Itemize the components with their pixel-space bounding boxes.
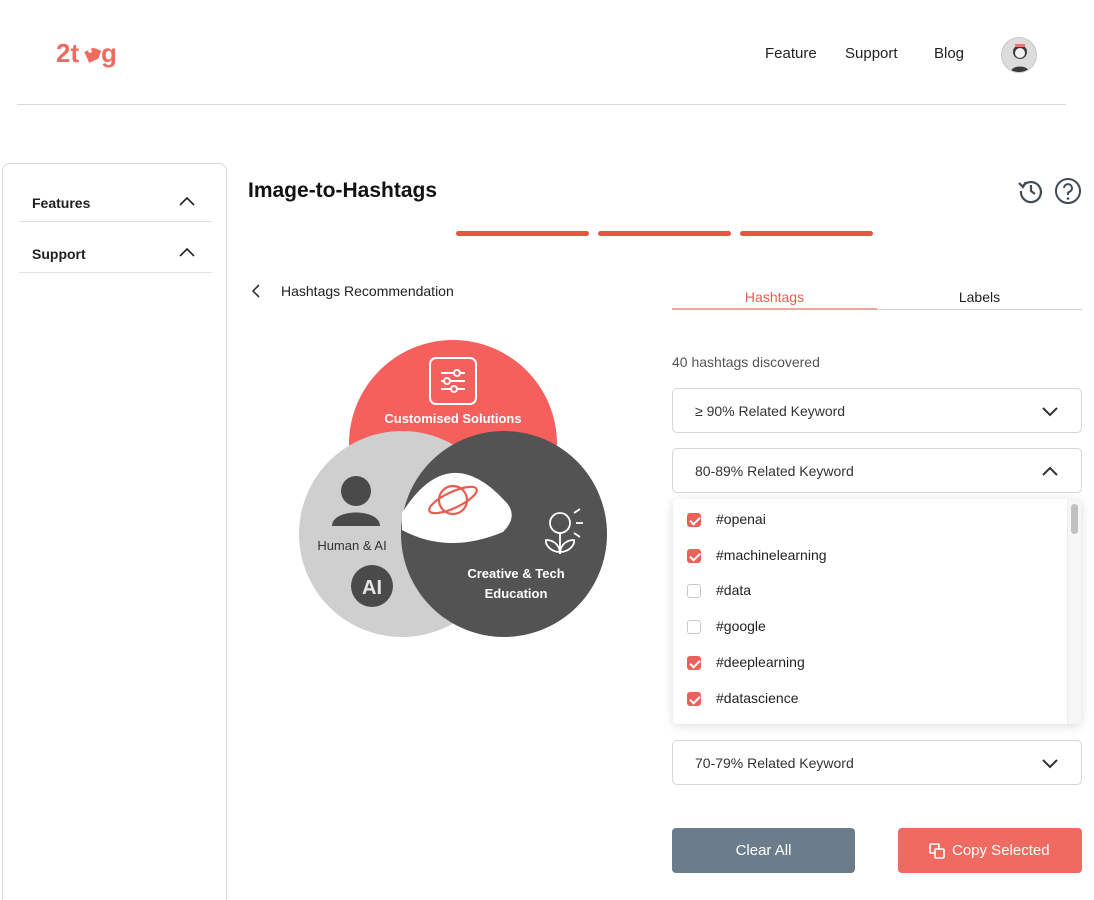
list-item[interactable]: #google (687, 617, 1047, 637)
group-label: 80-89% Related Keyword (695, 463, 854, 479)
sidebar-item-label: Support (32, 246, 86, 262)
hashtag-checkbox[interactable] (687, 656, 701, 670)
group-90-plus[interactable]: ≥ 90% Related Keyword (672, 388, 1082, 433)
back-chevron-icon[interactable] (249, 283, 263, 299)
page-title: Image-to-Hashtags (248, 179, 438, 202)
chevron-up-icon (179, 247, 195, 257)
tab-hashtags[interactable]: Hashtags (672, 289, 877, 305)
hashtag-checkbox[interactable] (687, 513, 701, 527)
result-tabs: Hashtags Labels (672, 288, 1082, 310)
tab-labels[interactable]: Labels (877, 289, 1082, 305)
hashtag-text: #machinelearning (716, 547, 827, 563)
list-item[interactable]: #datascience (687, 689, 1047, 709)
hashtag-checkbox[interactable] (687, 620, 701, 634)
hashtag-text: #openai (716, 511, 766, 527)
sidebar: Features Support (2, 163, 227, 900)
list-item[interactable]: #deeplearning (687, 653, 1047, 673)
hashtag-list: #openai #machinelearning #data #google #… (673, 499, 1081, 724)
venn-right-label-line2: Education (485, 586, 548, 601)
copy-selected-label: Copy Selected (952, 842, 1050, 859)
venn-right-label-line1: Creative & Tech (467, 566, 564, 581)
nav-feature[interactable]: Feature (765, 45, 817, 62)
ai-badge-label: AI (362, 577, 382, 599)
hashtag-count: 40 hashtags discovered (672, 354, 820, 370)
hashtag-text: #data (716, 582, 752, 598)
sidebar-item-features[interactable]: Features (19, 171, 212, 222)
brand-logo[interactable]: 2t g (56, 36, 126, 72)
list-item[interactable]: #machinelearning (687, 546, 1047, 566)
progress-step-3 (740, 231, 873, 236)
scrollbar[interactable] (1067, 499, 1081, 724)
header-divider (17, 104, 1066, 105)
sidebar-item-label: Features (32, 195, 91, 211)
sidebar-item-support[interactable]: Support (19, 222, 212, 273)
hashtag-checkbox[interactable] (687, 692, 701, 706)
svg-text:2t: 2t (56, 38, 79, 68)
group-80-89[interactable]: 80-89% Related Keyword (672, 448, 1082, 493)
venn-left-label: Human & AI (317, 538, 386, 553)
chevron-up-icon (179, 196, 195, 206)
hashtag-text: #google (716, 618, 766, 634)
hashtag-checkbox[interactable] (687, 549, 701, 563)
group-label: ≥ 90% Related Keyword (695, 403, 846, 419)
group-label: 70-79% Related Keyword (695, 755, 854, 771)
chevron-down-icon (1042, 407, 1058, 417)
nav-support[interactable]: Support (845, 45, 898, 62)
active-tab-indicator (672, 308, 877, 310)
copy-selected-button[interactable]: Copy Selected (898, 828, 1082, 873)
hashtag-checkbox[interactable] (687, 584, 701, 598)
list-item[interactable]: #openai (687, 510, 1047, 530)
chevron-up-icon (1042, 466, 1058, 476)
section-title: Hashtags Recommendation (281, 283, 454, 299)
hashtag-text: #datascience (716, 690, 799, 706)
venn-diagram: Customised Solutions Human & AI AI Creat… (299, 340, 607, 637)
svg-text:g: g (101, 38, 117, 68)
hashtag-text: #deeplearning (716, 654, 805, 670)
progress-step-2 (598, 231, 731, 236)
venn-top-label: Customised Solutions (384, 411, 521, 426)
history-icon[interactable] (1017, 177, 1045, 205)
nav-blog[interactable]: Blog (934, 45, 964, 62)
scrollbar-thumb[interactable] (1071, 504, 1078, 534)
progress-step-1 (456, 231, 589, 236)
clear-all-button[interactable]: Clear All (672, 828, 855, 873)
user-avatar[interactable] (1001, 37, 1037, 73)
group-70-79[interactable]: 70-79% Related Keyword (672, 740, 1082, 785)
list-item[interactable]: #data (687, 581, 1047, 601)
help-icon[interactable] (1054, 177, 1082, 205)
copy-icon (929, 843, 945, 859)
chevron-down-icon (1042, 759, 1058, 769)
